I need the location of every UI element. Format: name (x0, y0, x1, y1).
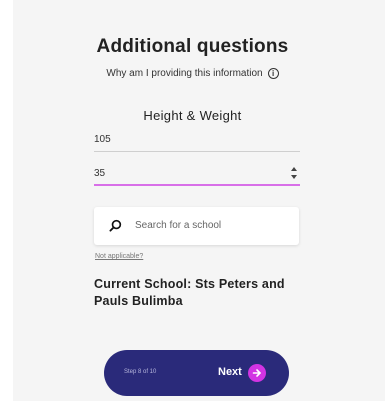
why-info-text: Why am I providing this information (106, 68, 263, 79)
height-value: 105 (94, 134, 111, 145)
next-button-label[interactable]: Next (218, 366, 242, 378)
weight-stepper[interactable] (290, 167, 298, 179)
left-edge-panel (0, 0, 13, 401)
next-button[interactable] (248, 364, 266, 382)
not-applicable-link[interactable]: Not applicable? (95, 253, 143, 260)
search-icon (109, 219, 122, 232)
school-search-input[interactable]: Search for a school (94, 207, 299, 245)
weight-field[interactable]: 35 (94, 164, 300, 186)
weight-value: 35 (94, 168, 106, 179)
step-indicator: Step 8 of 10 (124, 369, 157, 375)
stepper-down-icon[interactable] (291, 175, 297, 179)
current-school-text: Current School: Sts Peters and Pauls Bul… (94, 277, 285, 308)
section-heading: Height & Weight (143, 108, 242, 123)
search-placeholder: Search for a school (135, 220, 222, 231)
height-field[interactable]: 105 (94, 130, 300, 152)
info-icon[interactable]: i (267, 68, 279, 79)
stepper-up-icon[interactable] (291, 167, 297, 171)
why-info-link[interactable]: Why am I providing this information i (0, 68, 385, 79)
arrow-right-icon (252, 369, 261, 377)
page-title: Additional questions (96, 36, 289, 57)
footer-bar: Step 8 of 10 Next (104, 350, 289, 396)
